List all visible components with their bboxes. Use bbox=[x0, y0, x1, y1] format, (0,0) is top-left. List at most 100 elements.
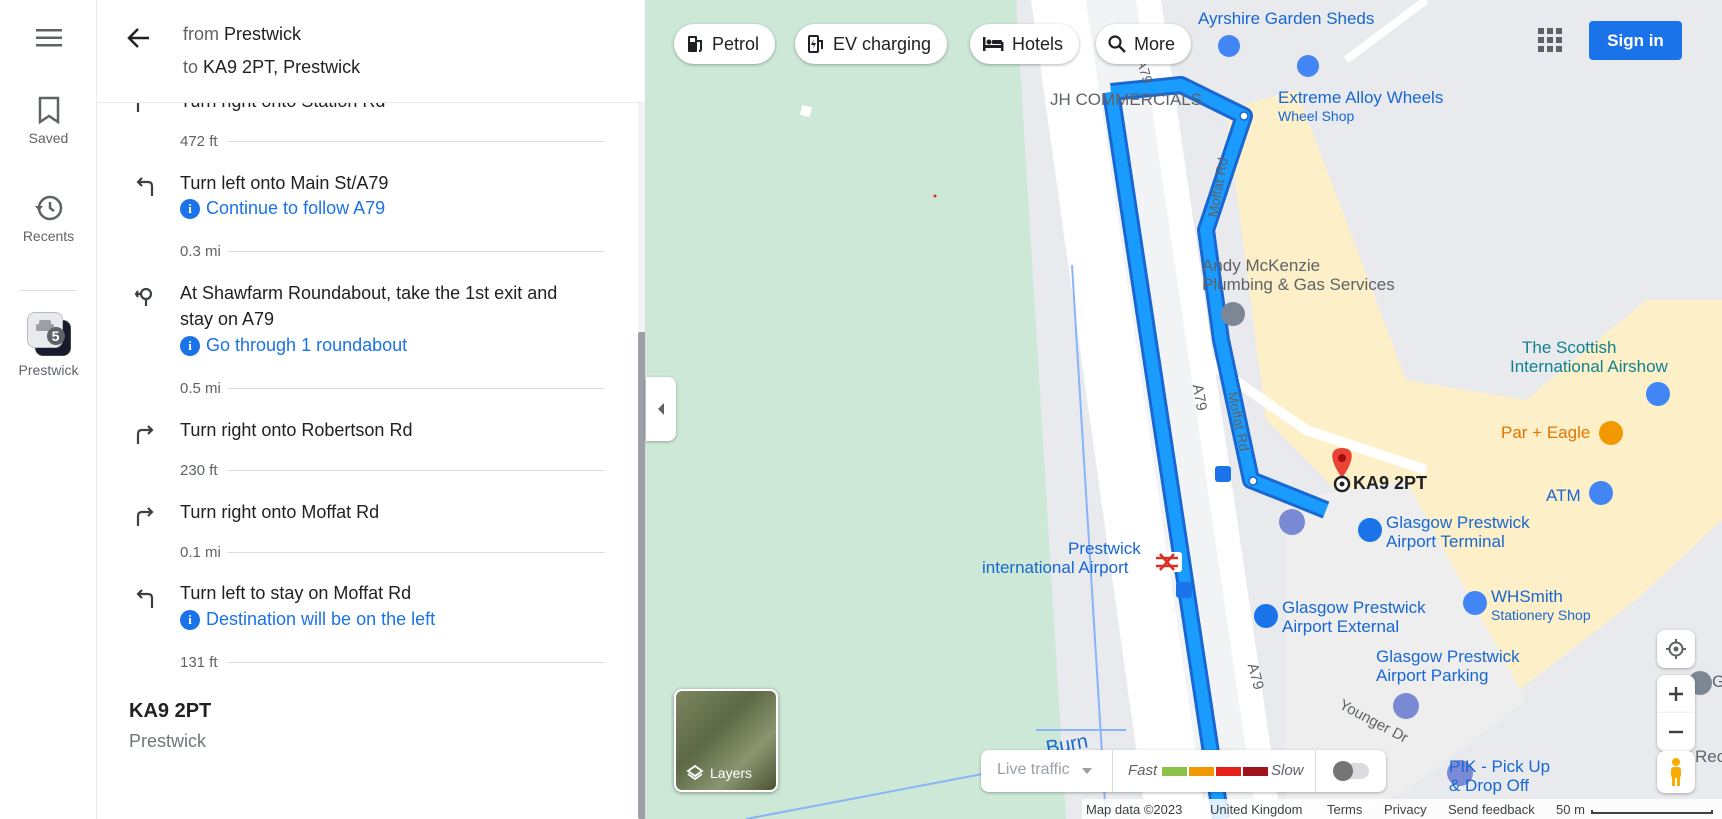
step-note-text: Destination will be on the left bbox=[206, 609, 436, 629]
traffic-divider bbox=[1112, 750, 1113, 792]
rail-divider bbox=[20, 290, 77, 291]
back-arrow-icon[interactable] bbox=[125, 24, 153, 52]
poi-label[interactable]: ATM bbox=[1546, 486, 1581, 505]
turn-right-icon bbox=[136, 425, 154, 444]
poi-label[interactable]: Glasgow Prestwick bbox=[1386, 513, 1530, 532]
chip-petrol[interactable]: Petrol bbox=[674, 24, 776, 64]
step-divider bbox=[227, 141, 605, 142]
slow-label: Slow bbox=[1271, 762, 1304, 779]
poi-label[interactable]: PIK - Pick Up bbox=[1449, 757, 1550, 776]
step-note-text: Continue to follow A79 bbox=[206, 198, 386, 218]
poi-label[interactable]: international Airport bbox=[982, 558, 1128, 577]
pegman-icon bbox=[1671, 758, 1681, 786]
poi-label[interactable]: Par + Eagle bbox=[1501, 423, 1590, 442]
poi-label[interactable]: Rec bbox=[1695, 747, 1722, 766]
layers-icon bbox=[686, 764, 704, 781]
destination-name: KA9 2PT bbox=[129, 700, 212, 722]
recent-place-label: Prestwick bbox=[18, 362, 79, 378]
layers-label-row: Layers bbox=[686, 764, 752, 782]
step-divider bbox=[227, 388, 605, 389]
from-line[interactable]: from Prestwick bbox=[183, 24, 301, 45]
traffic-color-slow bbox=[1216, 767, 1241, 776]
poi-label[interactable]: Airport External bbox=[1282, 617, 1399, 636]
step-text: Turn left onto Main St/A79 bbox=[180, 173, 389, 193]
poi-label[interactable]: & Drop Off bbox=[1449, 776, 1529, 795]
recent-place-thumbnail: 5 bbox=[26, 312, 71, 356]
turn-right-icon bbox=[136, 507, 154, 526]
poi-label[interactable]: JH COMMERCIALS bbox=[1050, 90, 1202, 109]
ev-charging-icon bbox=[808, 35, 823, 53]
step-distance: 0.5 mi bbox=[180, 380, 221, 397]
poi-label[interactable]: Airport Terminal bbox=[1386, 532, 1505, 551]
menu-button[interactable] bbox=[0, 28, 97, 54]
traffic-toggle-knob[interactable] bbox=[1333, 761, 1353, 781]
traffic-divider bbox=[1315, 750, 1316, 792]
collapse-panel-button[interactable] bbox=[646, 377, 676, 441]
recents-label: Recents bbox=[22, 228, 75, 244]
layers-button[interactable]: Layers bbox=[674, 689, 778, 792]
saved-button[interactable]: Saved bbox=[0, 96, 97, 146]
terms-link[interactable]: Terms bbox=[1327, 802, 1362, 817]
poi-label[interactable]: Andy McKenzie bbox=[1202, 256, 1320, 275]
poi-label[interactable]: G bbox=[1712, 672, 1722, 691]
hamburger-icon bbox=[35, 29, 62, 47]
poi-label[interactable]: Ayrshire Garden Sheds bbox=[1198, 9, 1374, 28]
recents-button[interactable]: Recents bbox=[0, 194, 97, 244]
step-divider bbox=[227, 251, 605, 252]
step-text: Turn right onto Moffat Rd bbox=[180, 502, 380, 522]
chip-hotels[interactable]: Hotels bbox=[970, 24, 1080, 64]
zoom-in-button[interactable] bbox=[1657, 675, 1695, 713]
send-feedback-link[interactable]: Send feedback bbox=[1448, 802, 1535, 817]
scale-label[interactable]: 50 m bbox=[1556, 802, 1585, 817]
step-note-text: Go through 1 roundabout bbox=[206, 335, 408, 355]
info-icon: i bbox=[180, 609, 200, 630]
from-prefix: from bbox=[183, 24, 219, 44]
traffic-color-fast bbox=[1162, 767, 1187, 776]
traffic-color-very-slow bbox=[1243, 767, 1268, 776]
directions-header: from Prestwick to KA9 2PT, Prestwick bbox=[97, 0, 645, 103]
left-rail: Saved Recents 5 Prestwick bbox=[0, 0, 97, 819]
traffic-legend: Live traffic Fast Slow bbox=[981, 750, 1386, 792]
zoom-out-button[interactable] bbox=[1657, 713, 1695, 751]
apps-grid-icon[interactable] bbox=[1536, 26, 1564, 54]
history-icon bbox=[34, 195, 62, 221]
poi-label[interactable]: WHSmith bbox=[1491, 587, 1563, 606]
map-canvas[interactable]: Ayrshire Garden Sheds JH COMMERCIALS Ext… bbox=[646, 0, 1722, 819]
recent-place-prestwick[interactable]: 5 Prestwick bbox=[0, 312, 97, 378]
poi-label[interactable]: Plumbing & Gas Services bbox=[1202, 275, 1395, 294]
chip-label: EV charging bbox=[833, 33, 932, 54]
my-location-button[interactable] bbox=[1657, 630, 1695, 668]
roundabout-icon bbox=[134, 287, 153, 306]
poi-sublabel: Stationery Shop bbox=[1491, 607, 1591, 623]
to-value: KA9 2PT, Prestwick bbox=[203, 57, 361, 77]
traffic-color-medium bbox=[1189, 767, 1214, 776]
step-divider bbox=[227, 552, 605, 553]
poi-label[interactable]: Glasgow Prestwick bbox=[1282, 598, 1426, 617]
poi-label[interactable]: Glasgow Prestwick bbox=[1376, 647, 1520, 666]
step-divider bbox=[227, 662, 605, 663]
caret-left-icon bbox=[658, 403, 664, 415]
country-link[interactable]: United Kingdom bbox=[1210, 802, 1303, 817]
chip-more[interactable]: More bbox=[1096, 24, 1192, 64]
map-data-attribution: Map data ©2023 bbox=[1086, 802, 1183, 817]
street-view-pegman-button[interactable] bbox=[1657, 751, 1695, 793]
poi-label[interactable]: Prestwick bbox=[1068, 539, 1141, 558]
saved-label: Saved bbox=[28, 130, 69, 146]
crosshair-icon bbox=[1666, 639, 1686, 659]
step-text: At Shawfarm Roundabout, take the 1st exi… bbox=[180, 283, 558, 329]
chip-ev-charging[interactable]: EV charging bbox=[795, 24, 948, 64]
live-traffic-dropdown[interactable]: Live traffic bbox=[997, 761, 1093, 779]
poi-label[interactable]: The Scottish bbox=[1522, 338, 1617, 357]
fast-label: Fast bbox=[1128, 762, 1158, 779]
map-graphics bbox=[646, 0, 1722, 819]
poi-label[interactable]: Extreme Alloy Wheels bbox=[1278, 88, 1443, 107]
chip-label: More bbox=[1134, 33, 1176, 54]
sign-in-button[interactable]: Sign in bbox=[1589, 21, 1682, 60]
step-distance: 472 ft bbox=[180, 133, 218, 150]
destination-map-label[interactable]: KA9 2PT bbox=[1353, 474, 1427, 493]
poi-label[interactable]: Airport Parking bbox=[1376, 666, 1488, 685]
panel-scrollbar-thumb[interactable] bbox=[638, 332, 645, 819]
privacy-link[interactable]: Privacy bbox=[1384, 802, 1427, 817]
to-line[interactable]: to KA9 2PT, Prestwick bbox=[183, 57, 360, 78]
poi-label[interactable]: International Airshow bbox=[1510, 357, 1668, 376]
